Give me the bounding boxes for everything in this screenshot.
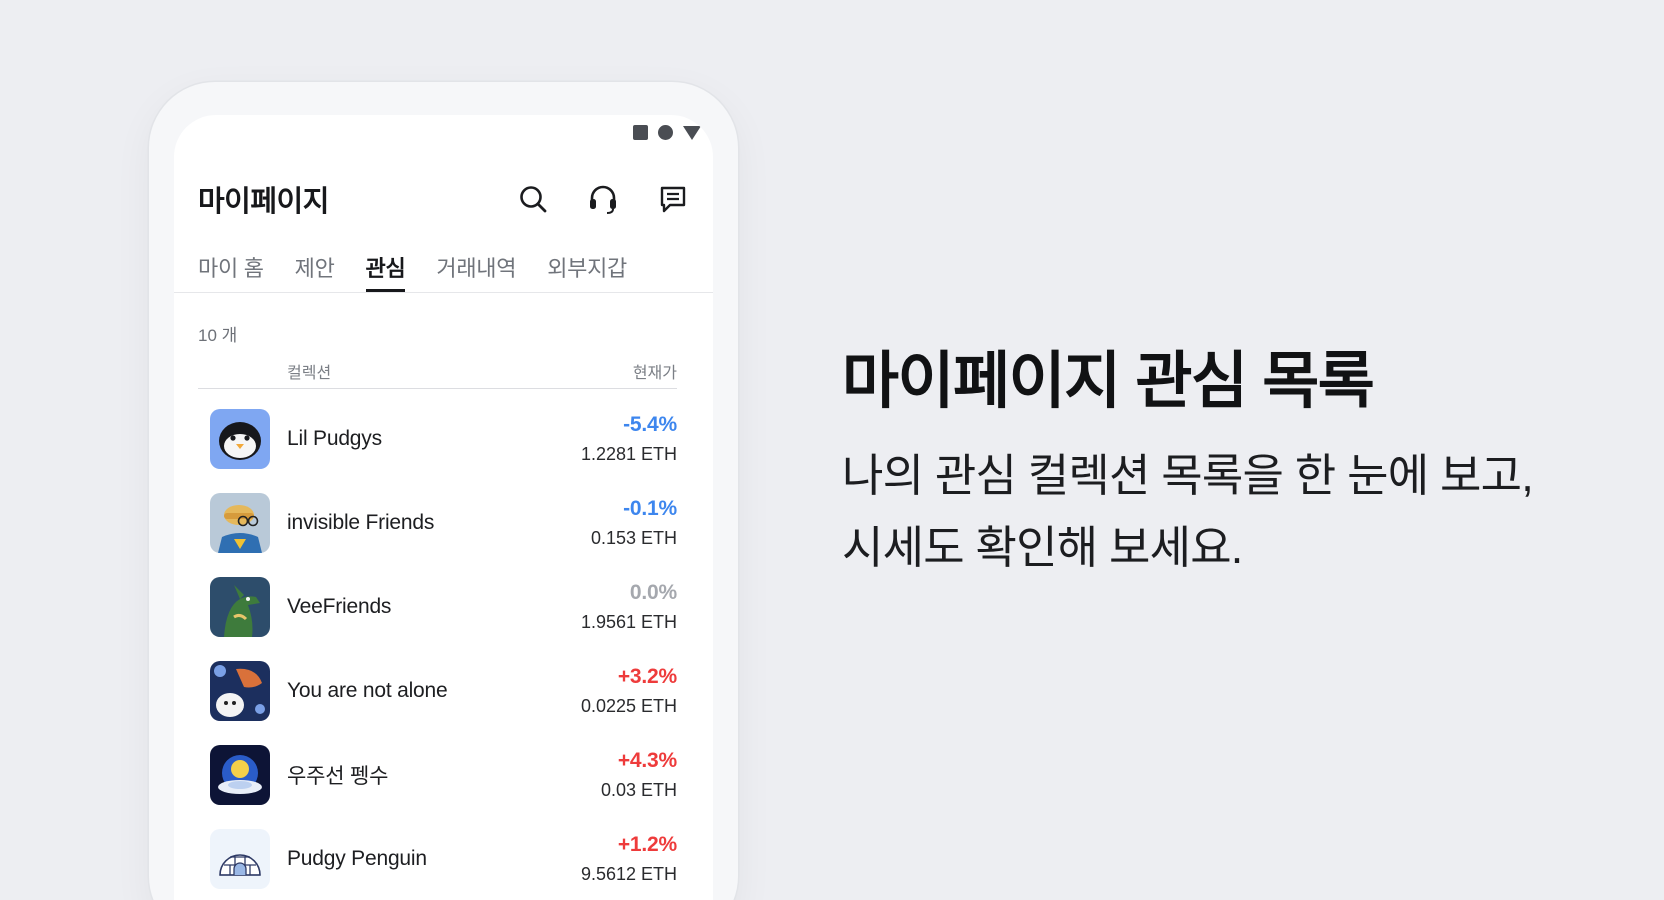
tab-external-wallet[interactable]: 외부지갑 <box>547 247 627 293</box>
current-price: 9.5612 ETH <box>580 864 677 884</box>
price-info: 0.0% 1.9561 ETH <box>581 581 677 633</box>
collection-thumbnail <box>210 409 270 469</box>
collection-name: VeeFriends <box>287 595 392 618</box>
collection-name: Lil Pudgys <box>287 427 382 450</box>
price-info: +3.2% 0.0225 ETH <box>581 665 677 717</box>
tab-my-home[interactable]: 마이 홈 <box>198 247 264 293</box>
collection-thumbnail <box>210 493 270 553</box>
collection-name: invisible Friends <box>287 511 435 534</box>
collection-thumbnail <box>210 745 270 805</box>
chat-icon[interactable] <box>655 181 691 217</box>
collection-name: You are not alone <box>287 679 448 702</box>
header-actions <box>515 181 691 217</box>
price-change: +1.2% <box>617 833 677 856</box>
list-item[interactable]: Lil Pudgys -5.4% 1.2281 ETH <box>198 397 677 481</box>
list-item[interactable]: invisible Friends -0.1% 0.153 ETH <box>198 481 677 565</box>
price-change: 0.0% <box>629 581 677 604</box>
headset-icon[interactable] <box>585 181 621 217</box>
status-square-icon <box>633 125 648 140</box>
price-info: +1.2% 9.5612 ETH <box>581 833 677 885</box>
collection-thumbnail <box>210 661 270 721</box>
tab-watchlist[interactable]: 관심 <box>365 247 406 293</box>
list-item[interactable]: Pudgy Penguin +1.2% 9.5612 ETH <box>198 817 677 900</box>
promo-line-2: 시세도 확인해 보세요. <box>842 522 1243 573</box>
price-change: +4.3% <box>617 749 677 772</box>
status-triangle-icon <box>683 125 701 140</box>
list-item[interactable]: 우주선 펭수 +4.3% 0.03 ETH <box>198 733 677 817</box>
promo-text-block: 마이페이지 관심 목록 나의 관심 컬렉션 목록을 한 눈에 보고, 시세도 확… <box>842 330 1534 584</box>
price-info: -5.4% 1.2281 ETH <box>581 413 677 465</box>
page-title: 마이페이지 <box>198 186 329 218</box>
tab-transactions[interactable]: 거래내역 <box>436 247 516 293</box>
promo-line-1: 나의 관심 컬렉션 목록을 한 눈에 보고, <box>842 450 1534 501</box>
tab-divider <box>174 292 713 293</box>
collection-thumbnail <box>210 829 270 889</box>
collection-name: 우주선 펭수 <box>287 765 389 788</box>
search-icon[interactable] <box>515 181 551 217</box>
list-item[interactable]: VeeFriends 0.0% 1.9561 ETH <box>198 565 677 649</box>
app-header: 마이페이지 <box>198 175 691 223</box>
price-info: +4.3% 0.03 ETH <box>601 749 677 801</box>
current-price: 1.9561 ETH <box>580 612 677 632</box>
current-price: 0.0225 ETH <box>580 696 677 716</box>
current-price: 0.153 ETH <box>590 528 677 548</box>
current-price: 1.2281 ETH <box>580 444 677 464</box>
price-change: -5.4% <box>623 413 677 436</box>
price-info: -0.1% 0.153 ETH <box>591 497 677 549</box>
current-price: 0.03 ETH <box>600 780 677 800</box>
status-circle-icon <box>658 125 673 140</box>
status-bar <box>633 125 701 140</box>
column-price: 현재가 <box>632 365 677 382</box>
collection-thumbnail <box>210 577 270 637</box>
phone-screen: 마이페이지 마이 홈 제안 관심 거래내역 외부지갑 10 개 컬렉션 현재가 … <box>174 115 713 900</box>
list-column-header: 컬렉션 현재가 <box>198 359 677 389</box>
collection-name: Pudgy Penguin <box>287 847 427 870</box>
item-count: 10 개 <box>198 326 238 345</box>
tab-bar: 마이 홈 제안 관심 거래내역 외부지갑 <box>198 247 713 293</box>
watchlist: Lil Pudgys -5.4% 1.2281 ETH invisible Fr <box>198 397 677 900</box>
promo-description: 나의 관심 컬렉션 목록을 한 눈에 보고, 시세도 확인해 보세요. <box>842 440 1534 584</box>
price-change: +3.2% <box>617 665 677 688</box>
list-item[interactable]: You are not alone +3.2% 0.0225 ETH <box>198 649 677 733</box>
promo-title: 마이페이지 관심 목록 <box>842 347 1375 416</box>
price-change: -0.1% <box>623 497 677 520</box>
column-collection: 컬렉션 <box>287 365 332 382</box>
tab-offers[interactable]: 제안 <box>295 247 335 293</box>
